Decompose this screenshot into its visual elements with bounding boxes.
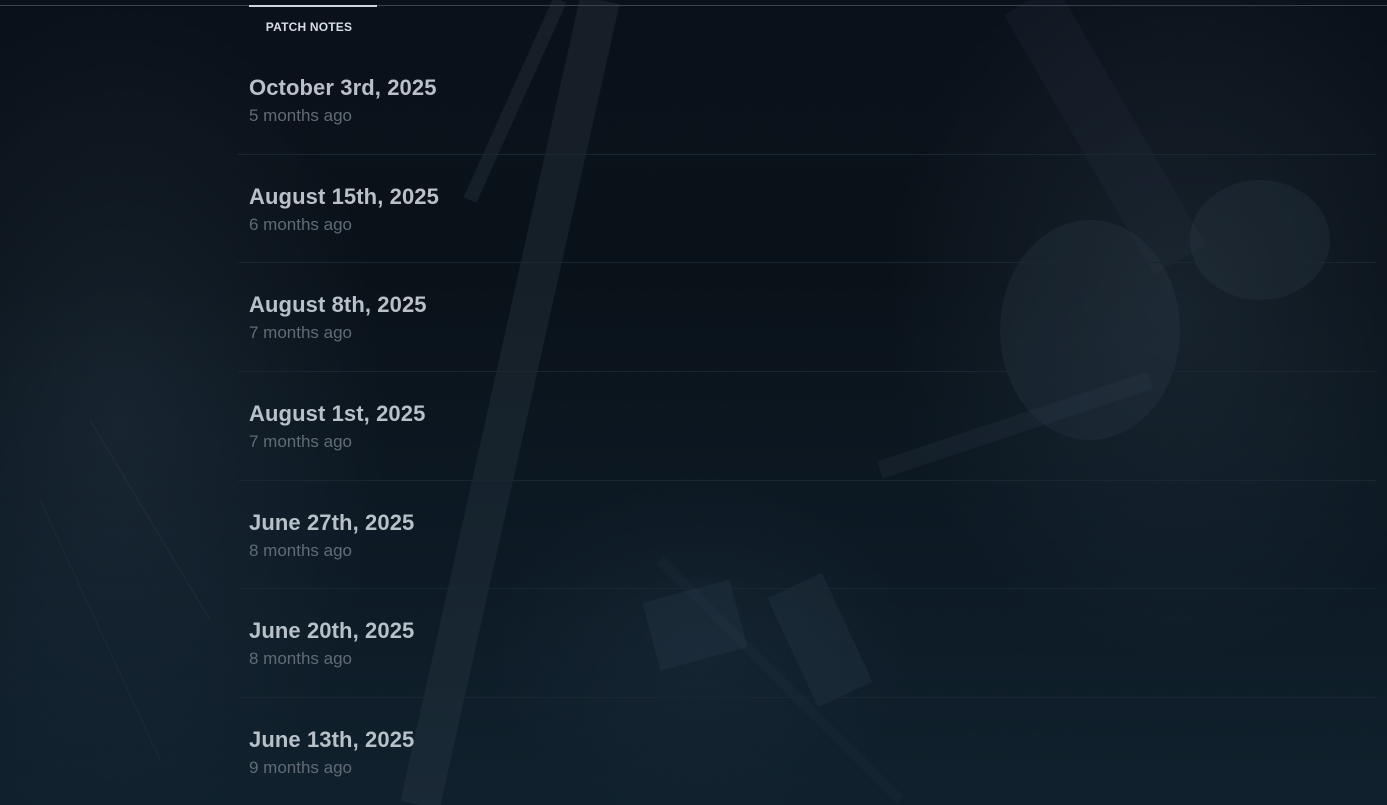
patch-date: August 15th, 2025 [249, 183, 439, 209]
relative-time: 8 months ago [249, 540, 353, 560]
relative-time: 6 months ago [249, 214, 353, 234]
relative-time: 9 months ago [249, 758, 353, 778]
relative-time: 8 months ago [249, 649, 353, 669]
relative-time: 7 months ago [249, 432, 353, 452]
list-item[interactable]: June 20th, 2025 8 months ago [238, 589, 1376, 699]
patch-date: August 8th, 2025 [249, 292, 427, 318]
patch-date: October 3rd, 2025 [249, 75, 437, 100]
patch-notes-list: October 3rd, 2025 5 months ago August 15… [238, 46, 1376, 805]
list-item[interactable]: June 13th, 2025 9 months ago [238, 698, 1376, 805]
top-divider [0, 5, 1387, 6]
list-item[interactable]: June 27th, 2025 8 months ago [238, 481, 1376, 590]
tab-patch-notes[interactable]: PATCH NOTES [249, 5, 377, 39]
list-item[interactable]: August 8th, 2025 7 months ago [238, 263, 1376, 373]
patch-date: June 13th, 2025 [249, 727, 415, 753]
list-item[interactable]: October 3rd, 2025 5 months ago [238, 46, 1376, 155]
tab-label: PATCH NOTES [265, 20, 353, 34]
relative-time: 7 months ago [249, 323, 353, 343]
relative-time: 5 months ago [249, 106, 353, 125]
patch-date: June 20th, 2025 [249, 618, 415, 644]
patch-date: June 27th, 2025 [249, 509, 415, 535]
list-item[interactable]: August 15th, 2025 6 months ago [238, 155, 1376, 264]
list-item[interactable]: August 1st, 2025 7 months ago [238, 372, 1376, 481]
patch-date: August 1st, 2025 [249, 401, 426, 427]
